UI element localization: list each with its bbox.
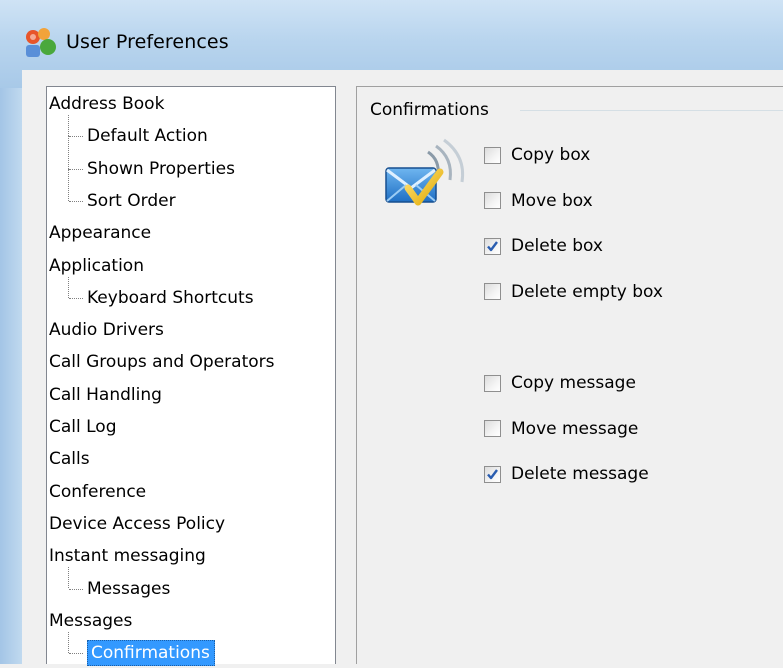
tree-item[interactable]: Calls [49, 444, 90, 474]
group-title: Confirmations [370, 100, 495, 120]
tree-item[interactable]: Keyboard Shortcuts [87, 283, 254, 313]
tree-item[interactable]: Device Access Policy [49, 509, 225, 539]
tree-item-label: Shown Properties [87, 158, 235, 179]
tree-connector [68, 136, 69, 169]
tree-item[interactable]: Call Handling [49, 380, 162, 410]
tree-item-label: Call Log [49, 417, 117, 437]
tree-item-label: Appearance [49, 223, 152, 244]
tree-item[interactable]: Address Book [49, 89, 164, 119]
tree-item[interactable]: Shown Properties [87, 154, 235, 184]
tree-item[interactable]: Conference [49, 477, 146, 507]
window-frame [0, 88, 22, 664]
checkbox-option[interactable]: Copy box [484, 142, 590, 168]
tree-item[interactable]: Application [49, 251, 144, 281]
tree-connector [69, 168, 83, 170]
tree-item-label: Keyboard Shortcuts [87, 287, 254, 308]
tree-item[interactable]: Appearance [49, 218, 151, 248]
checkbox-option[interactable]: Move message [484, 416, 638, 442]
tree-connector [68, 631, 69, 654]
tree-connector [68, 168, 69, 201]
checkbox-option[interactable]: Delete message [484, 461, 649, 487]
tree-item-label: Messages [87, 578, 171, 599]
tree-item[interactable]: Audio Drivers [49, 315, 164, 345]
tree-item[interactable]: Sort Order [87, 186, 176, 216]
tree-item-label: Default Action [87, 126, 208, 147]
tree-connector [69, 653, 83, 655]
preferences-tree[interactable]: Address Book Default Action Shown Properti… [46, 86, 336, 667]
checkbox-label: Delete message [511, 464, 649, 484]
checkbox-checked[interactable] [484, 465, 501, 483]
tree-connector [69, 136, 83, 138]
tree-item[interactable]: Default Action [87, 121, 208, 151]
checkbox-label: Delete box [511, 236, 603, 256]
checkbox-option[interactable]: Delete box [484, 233, 603, 259]
tree-item-label: Confirmations [87, 640, 215, 667]
checkbox-unchecked[interactable] [484, 420, 501, 437]
window-title: User Preferences [66, 31, 229, 53]
tree-item-label: Sort Order [87, 190, 176, 211]
checkbox-label: Move box [511, 190, 593, 211]
tree-item[interactable]: Messages [49, 606, 132, 636]
checkbox-label: Copy message [511, 373, 636, 393]
checkbox-unchecked[interactable] [484, 374, 501, 392]
tree-item-label: Messages [49, 610, 133, 631]
tree-item[interactable]: Instant messaging [49, 541, 206, 571]
tree-item-label: Address Book [49, 94, 165, 114]
tree-item-label: Call Groups and Operators [49, 352, 275, 373]
app-icon [26, 28, 56, 57]
tree-item[interactable]: Call Groups and Operators [49, 347, 275, 377]
checkbox-unchecked[interactable] [484, 146, 501, 164]
tree-connector [68, 567, 69, 589]
tree-item-label: Call Handling [49, 384, 162, 405]
checkbox-label: Copy box [511, 145, 591, 165]
tree-item-label: Conference [49, 481, 147, 502]
checkbox-unchecked[interactable] [484, 192, 501, 209]
mail-confirm-icon [385, 138, 465, 206]
tree-connector [69, 200, 83, 202]
checkbox-option[interactable]: Delete empty box [484, 279, 663, 305]
tree-connector [69, 297, 83, 299]
tree-item-label: Audio Drivers [49, 320, 164, 341]
tree-connector [69, 588, 83, 590]
tree-item[interactable]: Messages [87, 574, 170, 604]
checkbox-label: Delete empty box [511, 281, 663, 302]
tree-item-label: Calls [49, 449, 90, 470]
tree-item-label: Application [49, 255, 144, 276]
checkbox-label: Move message [511, 418, 639, 439]
tree-connector [68, 276, 69, 298]
group-box-border [520, 110, 783, 111]
tree-item-label: Device Access Policy [49, 513, 226, 534]
tree-item[interactable]: Call Log [49, 412, 117, 442]
checkbox-option[interactable]: Move box [484, 188, 593, 214]
tree-item-label: Instant messaging [49, 546, 206, 567]
checkbox-checked[interactable] [484, 237, 501, 255]
checkbox-option[interactable]: Copy message [484, 370, 636, 396]
checkbox-unchecked[interactable] [484, 283, 501, 300]
tree-connector [68, 115, 69, 137]
